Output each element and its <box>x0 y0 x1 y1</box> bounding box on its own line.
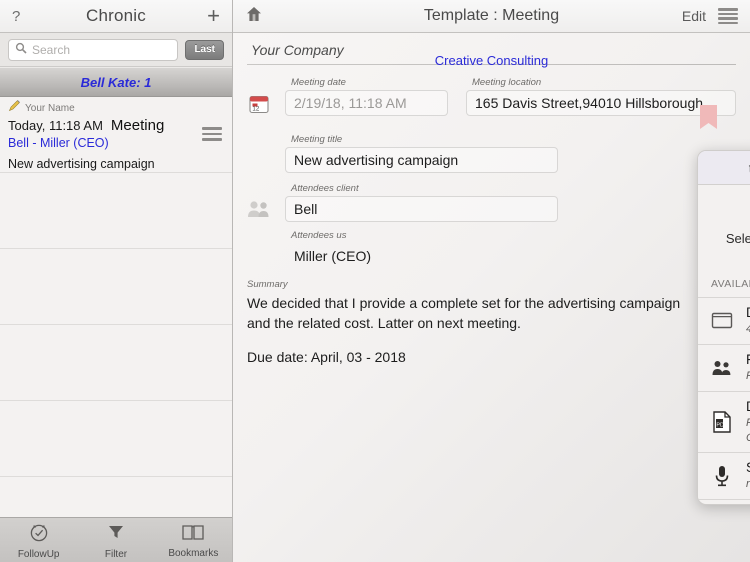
attachment-subtitle: Retrieve Customer feedback <box>746 369 750 384</box>
field-label: Meeting title <box>291 134 343 145</box>
help-button[interactable]: ? <box>12 8 20 25</box>
tab-bookmarks[interactable]: Bookmarks <box>155 522 232 559</box>
list-item-empty[interactable] <box>0 173 232 249</box>
field-meeting-title: Meeting title New advertising campaign <box>285 134 558 173</box>
meeting-date-input[interactable]: 2/19/18, 11:18 AM <box>285 90 448 116</box>
attachment-title: Documents-Attachments <box>746 399 750 414</box>
pdf-document-icon: PDF <box>698 410 746 434</box>
popover-message: Select an attachment type to be added. <box>725 231 750 246</box>
attachment-type-detailed-pages[interactable]: Detailed Pages 4 detail pages, picturs, … <box>698 298 750 345</box>
field-meeting-location: Meeting location 165 Davis Street,94010 … <box>466 77 736 116</box>
people-icon <box>698 358 746 378</box>
entry-people: Bell - Miller (CEO) <box>8 136 109 150</box>
tab-followup-label: FollowUp <box>17 548 60 560</box>
summary-label: Summary <box>247 279 288 290</box>
main-navbar: Template : Meeting Edit <box>233 0 750 33</box>
attachment-type-list: Detailed Pages 4 detail pages, picturs, … <box>698 297 750 501</box>
tab-filter[interactable]: Filter <box>77 521 154 560</box>
entry-kind: Meeting <box>110 117 165 134</box>
tab-bar: FollowUp Filter Bookmarks <box>0 517 232 562</box>
navbar-actions: Edit <box>682 8 738 24</box>
attachment-title: Detailed Pages <box>746 305 750 320</box>
svg-text:12: 12 <box>252 106 259 113</box>
popover-title: template related attachments <box>698 151 750 185</box>
svg-text:PDF: PDF <box>716 422 727 428</box>
field-label: Meeting date <box>291 77 346 88</box>
field-row-title: Meeting title New advertising campaign <box>233 134 750 173</box>
hamburger-icon[interactable] <box>718 8 738 24</box>
attachment-type-sound-manager[interactable]: Sound-Manager record and play 5 min. voi… <box>698 453 750 501</box>
attachment-title: Feedback-Analysis <box>746 352 750 367</box>
sidebar-title: Chronic <box>86 6 146 25</box>
entry-author: Your Name <box>25 102 75 114</box>
edit-button[interactable]: Edit <box>682 8 706 24</box>
form-fields: 12 Meeting date 2/19/18, 11:18 AM Meetin… <box>233 65 750 367</box>
attachment-type-feedback-analysis[interactable]: Feedback-Analysis Retrieve Customer feed… <box>698 344 750 392</box>
attachment-type-documents-attachments[interactable]: PDF Documents-Attachments Read and Impor… <box>698 391 750 454</box>
field-label: Attendees client <box>291 183 359 194</box>
field-label: Meeting location <box>472 77 542 88</box>
reorder-handle-icon[interactable] <box>202 127 222 141</box>
field-meeting-date: Meeting date 2/19/18, 11:18 AM <box>285 77 448 116</box>
calendar-icon: 12 <box>233 77 285 115</box>
meeting-location-input[interactable]: 165 Davis Street,94010 Hillsborough <box>466 90 736 116</box>
sidebar: ? Chronic + Last Bell Kate: 1 <box>0 0 233 562</box>
list-item[interactable]: Your Name Today, 11:18 AM Meeting Bell -… <box>0 97 232 173</box>
attendees-client-input[interactable]: Bell <box>285 196 558 222</box>
meeting-title-input[interactable]: New advertising campaign <box>285 147 558 173</box>
last-button[interactable]: Last <box>185 39 224 60</box>
search-bar: Last <box>0 33 232 67</box>
people-icon <box>233 183 285 219</box>
entry-list[interactable]: Your Name Today, 11:18 AM Meeting Bell -… <box>0 97 232 517</box>
search-icon <box>15 41 27 59</box>
book-icon <box>181 522 205 547</box>
list-item-empty[interactable] <box>0 401 232 477</box>
attachment-title: Sound-Manager <box>746 460 750 475</box>
attachment-subtitle: 4 detail pages, picturs, sketches <box>746 322 750 337</box>
field-label: Attendees us <box>291 230 347 241</box>
summary-text[interactable]: We decided that I provide a complete set… <box>247 293 687 334</box>
entry-time-row: Today, 11:18 AM Meeting <box>8 117 224 134</box>
document-header: Your Company Creative Consulting <box>233 33 750 68</box>
microphone-icon <box>698 464 746 488</box>
attachment-subtitle: Read and Import PDF's and varoius MS-Off… <box>746 416 750 446</box>
summary-due-date: Due date: April, 03 - 2018 <box>247 348 406 365</box>
attendees-us-input[interactable]: Miller (CEO) <box>285 243 558 269</box>
tab-filter-label: Filter <box>104 548 128 560</box>
document-body: Your Company Creative Consulting 12 Meet… <box>233 33 750 562</box>
search-input[interactable] <box>32 42 172 57</box>
field-attendees-client: Attendees client Bell <box>285 183 736 222</box>
group-header-label: Bell Kate: 1 <box>80 74 152 90</box>
attachment-subtitle: record and play 5 min. voice recording <box>746 478 750 491</box>
app-root: ? Chronic + Last Bell Kate: 1 <box>0 0 750 562</box>
tab-bookmarks-label: Bookmarks <box>168 547 219 559</box>
summary-section: Summary We decided that I provide a comp… <box>233 269 750 367</box>
sidebar-navbar: ? Chronic + <box>0 0 232 33</box>
entry-author-row: Your Name <box>8 99 224 117</box>
add-entry-button[interactable]: + <box>207 5 220 27</box>
entry-time: Today, 11:18 AM <box>8 118 103 133</box>
pencil-icon <box>8 99 21 117</box>
company-tagline: Creative Consulting <box>434 53 549 68</box>
list-group-header[interactable]: Bell Kate: 1 <box>0 67 232 97</box>
main-panel: Template : Meeting Edit Your Company Cre… <box>233 0 750 562</box>
attachments-popover: template related attachments Select an a… <box>697 150 750 505</box>
list-item-empty[interactable] <box>0 249 232 325</box>
search-field-container[interactable] <box>8 38 179 61</box>
page-title: Template : Meeting <box>423 7 560 24</box>
field-row-attendees: Attendees client Bell Attendees us Mille… <box>233 183 750 269</box>
list-item-empty[interactable] <box>0 325 232 401</box>
entry-description: New advertising campaign <box>8 157 155 171</box>
popover-section-header: AVAILABEL ATTACHMENT TYPES <box>711 278 750 290</box>
house-icon[interactable] <box>245 5 263 28</box>
tab-followup[interactable]: FollowUp <box>0 521 77 560</box>
funnel-icon <box>105 521 127 548</box>
field-attendees-us: Attendees us Miller (CEO) <box>285 230 736 269</box>
tray-icon <box>698 310 746 332</box>
clock-check-icon <box>28 521 50 548</box>
field-row-date-location: 12 Meeting date 2/19/18, 11:18 AM Meetin… <box>233 77 750 116</box>
